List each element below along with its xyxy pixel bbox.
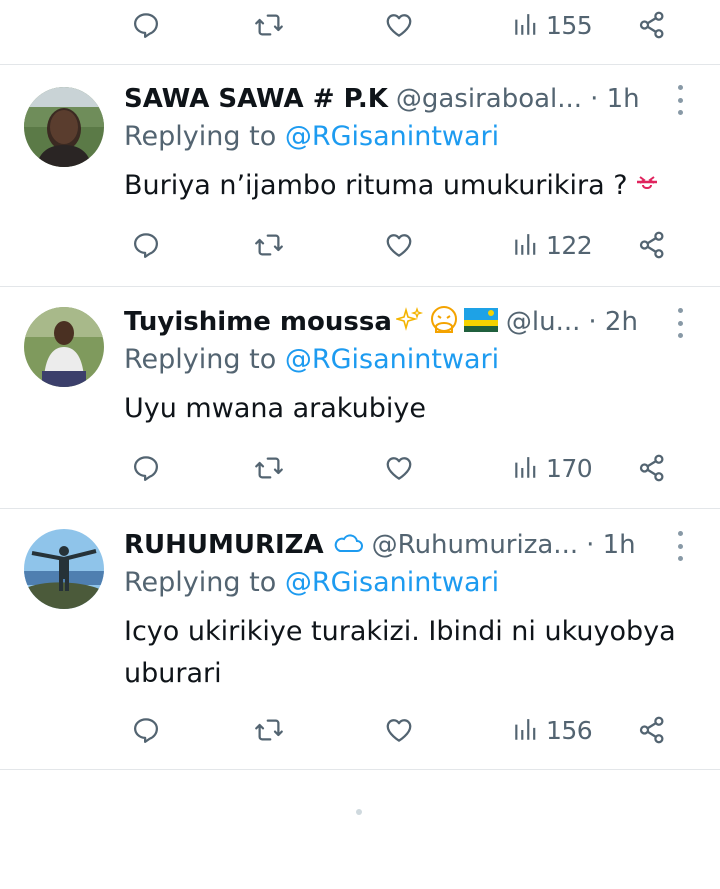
hand-over-mouth-emoji — [428, 304, 460, 340]
reply-icon — [131, 715, 161, 745]
replying-to: Replying to @RGisanintwari — [124, 344, 500, 375]
divider — [0, 769, 720, 770]
reply-button[interactable] — [131, 710, 161, 750]
views-button[interactable]: 170 — [512, 448, 593, 488]
loading-indicator — [356, 809, 362, 815]
action-bar: 170 — [0, 448, 720, 488]
views-button[interactable]: 122 — [512, 225, 593, 265]
sparkles-emoji — [393, 306, 424, 338]
tweet[interactable]: Tuyishime moussa @lu... · 2h Replying to… — [0, 300, 720, 508]
retweet-icon — [254, 715, 284, 745]
more-icon[interactable] — [676, 308, 684, 338]
retweet-button[interactable] — [254, 448, 284, 488]
avatar[interactable] — [24, 307, 104, 387]
views-count: 156 — [546, 715, 593, 745]
divider — [0, 286, 720, 287]
views-count: 122 — [546, 230, 593, 260]
replying-to: Replying to @RGisanintwari — [124, 121, 500, 152]
tweet-text: Uyu mwana arakubiye — [124, 393, 426, 424]
retweet-button[interactable] — [254, 225, 284, 265]
divider — [0, 508, 720, 509]
views-button[interactable]: 155 — [512, 5, 593, 45]
like-icon — [384, 230, 414, 260]
handle[interactable]: @gasiraboal... — [396, 84, 582, 114]
tweet-header: SAWA SAWA # P.K @gasiraboal... · 1h — [124, 77, 700, 121]
cloud-emoji — [332, 531, 364, 559]
retweet-icon — [254, 230, 284, 260]
reply-icon — [131, 10, 161, 40]
share-button[interactable] — [637, 448, 667, 488]
mention-link[interactable]: @RGisanintwari — [285, 567, 499, 598]
share-icon — [637, 10, 667, 40]
like-button[interactable] — [384, 448, 414, 488]
tweet-header: RUHUMURIZA @Ruhumuriza... · 1h — [124, 523, 700, 567]
like-button[interactable] — [384, 5, 414, 45]
face-emoji — [632, 165, 662, 208]
like-icon — [384, 715, 414, 745]
mention-link[interactable]: @RGisanintwari — [285, 344, 499, 375]
share-icon — [637, 230, 667, 260]
like-icon — [384, 10, 414, 40]
handle[interactable]: @Ruhumuriza... — [372, 530, 578, 560]
rwanda-flag-emoji — [463, 307, 498, 337]
views-icon — [512, 232, 538, 258]
display-name[interactable]: SAWA SAWA # P.K — [124, 84, 388, 114]
views-button[interactable]: 156 — [512, 710, 593, 750]
tweet-header: Tuyishime moussa @lu... · 2h — [124, 300, 700, 344]
tweet[interactable]: SAWA SAWA # P.K @gasiraboal... · 1h Repl… — [0, 77, 720, 287]
handle[interactable]: @lu... — [506, 307, 581, 337]
retweet-icon — [254, 453, 284, 483]
reply-icon — [131, 230, 161, 260]
action-bar: 122 — [0, 225, 720, 265]
like-icon — [384, 453, 414, 483]
reply-button[interactable] — [131, 448, 161, 488]
replying-to: Replying to @RGisanintwari — [124, 567, 500, 598]
top-action-bar: 155 — [0, 5, 720, 45]
timestamp[interactable]: · 2h — [588, 307, 638, 337]
views-icon — [512, 717, 538, 743]
display-name[interactable]: Tuyishime moussa — [124, 307, 392, 337]
like-button[interactable] — [384, 225, 414, 265]
tweet-text: Buriya n’ijambo rituma umukurikira ? — [124, 165, 694, 208]
like-button[interactable] — [384, 710, 414, 750]
views-icon — [512, 12, 538, 38]
divider — [0, 64, 720, 65]
retweet-icon — [254, 10, 284, 40]
display-name[interactable]: RUHUMURIZA — [124, 530, 324, 560]
retweet-button[interactable] — [254, 5, 284, 45]
tweet-text: Icyo ukirikiye turakizi. Ibindi ni ukuyo… — [124, 616, 676, 689]
reply-button[interactable] — [131, 5, 161, 45]
share-button[interactable] — [637, 710, 667, 750]
reply-icon — [131, 453, 161, 483]
views-count: 170 — [546, 453, 593, 483]
share-icon — [637, 453, 667, 483]
views-icon — [512, 455, 538, 481]
avatar[interactable] — [24, 87, 104, 167]
share-button[interactable] — [637, 5, 667, 45]
more-icon[interactable] — [676, 531, 684, 561]
avatar[interactable] — [24, 529, 104, 609]
mention-link[interactable]: @RGisanintwari — [285, 121, 499, 152]
timestamp[interactable]: · 1h — [590, 84, 640, 114]
action-bar: 156 — [0, 710, 720, 750]
share-button[interactable] — [637, 225, 667, 265]
reply-button[interactable] — [131, 225, 161, 265]
timestamp[interactable]: · 1h — [586, 530, 636, 560]
tweet[interactable]: RUHUMURIZA @Ruhumuriza... · 1h Replying … — [0, 523, 720, 769]
views-count: 155 — [546, 10, 593, 40]
share-icon — [637, 715, 667, 745]
retweet-button[interactable] — [254, 710, 284, 750]
more-icon[interactable] — [676, 85, 684, 115]
